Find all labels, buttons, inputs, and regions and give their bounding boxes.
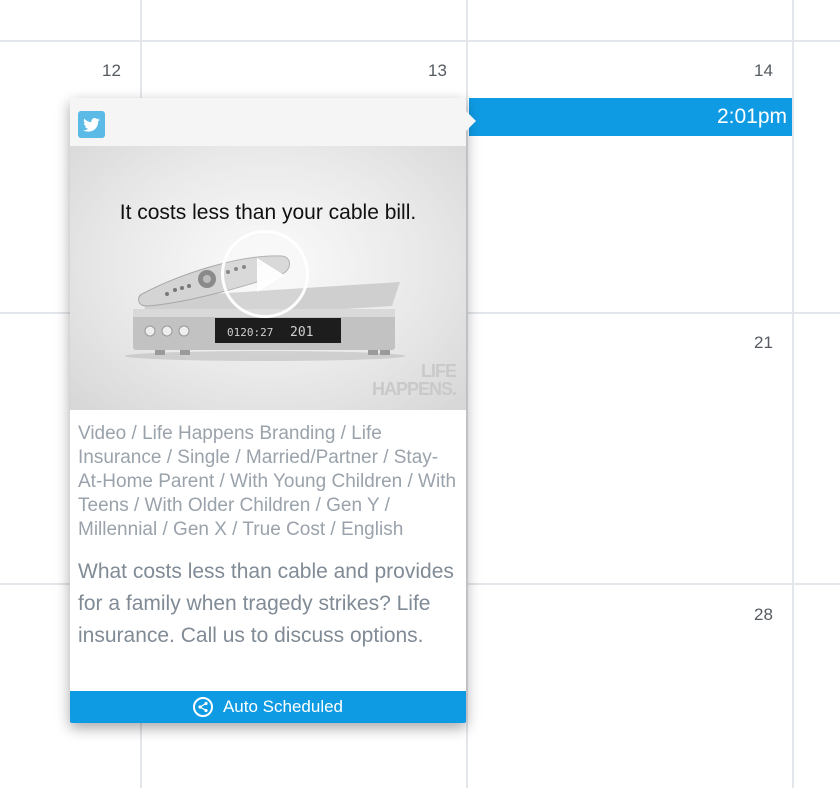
twitter-icon	[78, 111, 105, 138]
day-number-21: 21	[754, 333, 773, 352]
play-icon	[257, 258, 284, 292]
life-happens-logo: LIFE HAPPENS.	[371, 361, 457, 399]
share-icon	[192, 697, 213, 717]
logo-line-1: LIFE	[421, 361, 457, 381]
day-number-14: 14	[754, 61, 773, 80]
play-button[interactable]	[221, 230, 309, 318]
display-time: 0120:27	[227, 326, 273, 339]
day-number-13: 13	[428, 61, 447, 80]
day-number-12: 12	[102, 61, 121, 80]
grid-line	[792, 0, 794, 788]
post-tags: Video / Life Happens Branding / Life Ins…	[78, 423, 457, 540]
post-preview-popover: It costs less than your cable bill. 0120…	[70, 98, 476, 723]
logo-line-2: HAPPENS.	[371, 379, 457, 399]
grid-line	[0, 40, 840, 42]
auto-scheduled-label: Auto Scheduled	[222, 697, 344, 716]
post-description: What costs less than cable and provides …	[78, 560, 454, 647]
scheduled-post-event[interactable]: 2:01pm	[469, 98, 792, 136]
popover-arrow	[466, 111, 476, 131]
auto-scheduled-bar: Auto Scheduled	[70, 691, 466, 723]
display-channel: 201	[290, 325, 313, 340]
day-number-28: 28	[754, 605, 773, 624]
video-thumbnail[interactable]: It costs less than your cable bill. 0120…	[70, 146, 466, 410]
event-time: 2:01pm	[716, 105, 787, 128]
popover-header	[70, 98, 466, 146]
